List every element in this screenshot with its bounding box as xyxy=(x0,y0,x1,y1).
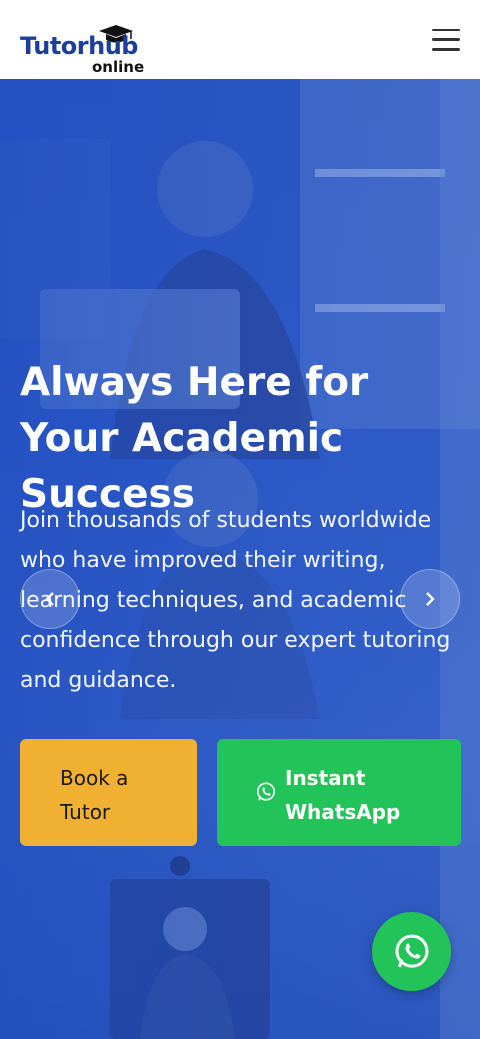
brand-name: Tutorhub xyxy=(20,31,138,60)
whatsapp-icon xyxy=(395,934,428,968)
hero-headline: Always Here for Your Academic Success xyxy=(20,360,369,517)
book-tutor-label: Book a Tutor xyxy=(60,766,129,824)
chevron-left-icon xyxy=(45,592,54,606)
instant-whatsapp-button[interactable]: Instant WhatsApp xyxy=(217,739,461,846)
book-tutor-button[interactable]: Book a Tutor xyxy=(20,739,197,846)
instant-whatsapp-label: Instant WhatsApp xyxy=(285,766,401,824)
brand-logo[interactable]: Tutorhub online xyxy=(20,12,150,76)
whatsapp-floating-button[interactable] xyxy=(372,912,451,991)
hamburger-menu-icon[interactable] xyxy=(432,28,460,51)
carousel-next-button[interactable] xyxy=(400,569,460,629)
whatsapp-icon xyxy=(256,782,276,801)
hero-description: Join thousands of students worldwide who… xyxy=(20,508,451,693)
chevron-right-icon xyxy=(426,592,435,606)
carousel-prev-button[interactable] xyxy=(20,569,80,629)
hero-carousel: Always Here for Your Academic Success Jo… xyxy=(0,79,480,1039)
site-header: Tutorhub online xyxy=(0,0,480,79)
brand-subname: online xyxy=(92,57,145,76)
